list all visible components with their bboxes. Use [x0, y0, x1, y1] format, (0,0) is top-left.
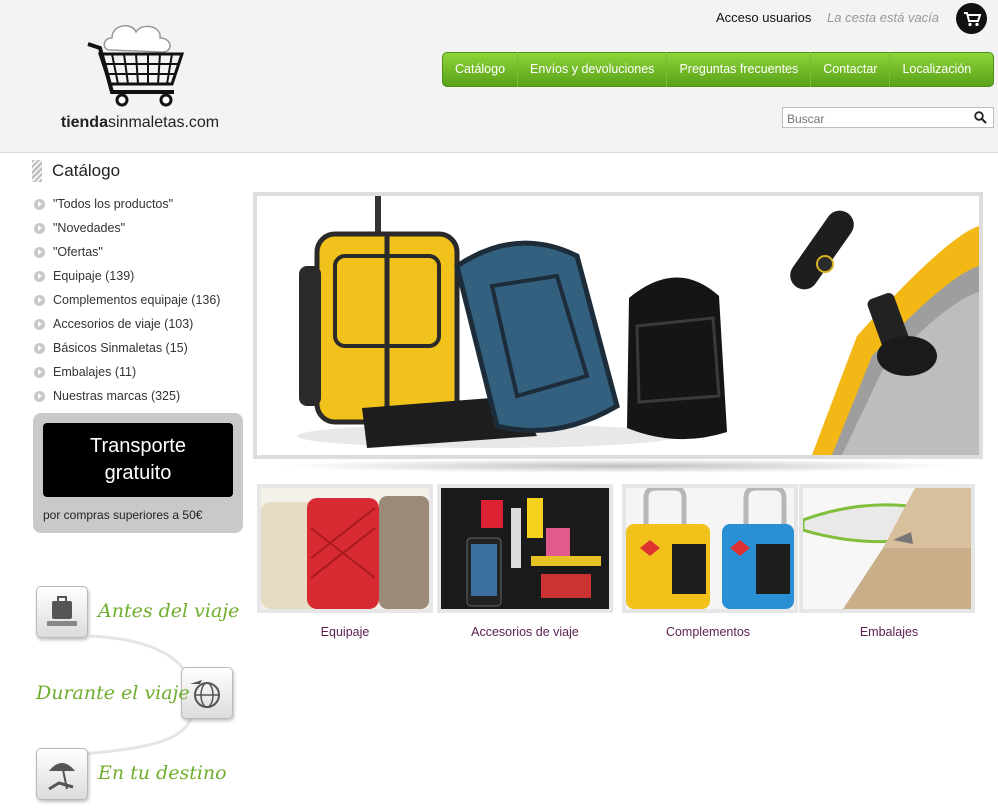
category-label-equipaje[interactable]: Equipaje: [257, 625, 433, 639]
promo-subtitle: por compras superiores a 50€: [43, 508, 203, 522]
category-list: "Todos los productos" "Novedades" "Ofert…: [34, 192, 220, 408]
search-input[interactable]: [785, 109, 969, 128]
site-logo[interactable]: tiendasinmaletas.com: [50, 8, 230, 138]
free-shipping-promo[interactable]: Transporte gratuito por compras superior…: [33, 413, 243, 533]
beach-umbrella-icon[interactable]: [36, 748, 88, 800]
category-thumb-complementos[interactable]: [622, 484, 798, 613]
arrow-bullet-icon: [34, 390, 45, 402]
cart-status: La cesta está vacía: [827, 10, 940, 25]
promo-title: Transporte gratuito: [43, 423, 233, 497]
cart-icon: [963, 11, 981, 26]
travel-journey-menu: Antes del viaje Durante el viaje En tu d…: [30, 580, 245, 805]
shopping-cart-logo-icon: [87, 25, 185, 107]
cart-button[interactable]: [956, 3, 987, 34]
suitcase-icon[interactable]: [36, 586, 88, 638]
sidebar-item-basicos[interactable]: Básicos Sinmaletas (15): [34, 336, 220, 360]
arrow-bullet-icon: [34, 270, 45, 282]
arrow-bullet-icon: [34, 198, 45, 210]
category-thumb-embalajes[interactable]: [799, 484, 975, 613]
packaging-thumbnail-image: [803, 488, 971, 609]
sidebar-item-marcas[interactable]: Nuestras marcas (325): [34, 384, 220, 408]
category-label-accesorios[interactable]: Accesorios de viaje: [437, 625, 613, 639]
sidebar-title: Catálogo: [32, 160, 120, 182]
hero-banner[interactable]: [253, 192, 983, 459]
nav-envios[interactable]: Envíos y devoluciones: [518, 52, 668, 87]
main-nav: Catálogo Envíos y devoluciones Preguntas…: [442, 52, 994, 87]
sidebar-item-accesorios[interactable]: Accesorios de viaje (103): [34, 312, 220, 336]
arrow-bullet-icon: [34, 342, 45, 354]
login-link[interactable]: Acceso usuarios: [716, 10, 811, 25]
arrow-bullet-icon: [34, 222, 45, 234]
search-box: [782, 107, 994, 128]
arrow-bullet-icon: [34, 366, 45, 378]
category-thumb-accesorios[interactable]: [437, 484, 613, 613]
arrow-bullet-icon: [34, 294, 45, 306]
destination-link[interactable]: En tu destino: [98, 762, 227, 784]
sidebar-item-embalajes[interactable]: Embalajes (11): [34, 360, 220, 384]
arrow-bullet-icon: [34, 246, 45, 258]
title-stripe-icon: [32, 160, 42, 182]
search-icon[interactable]: [974, 111, 987, 124]
sidebar-item-equipaje[interactable]: Equipaje (139): [34, 264, 220, 288]
banner-shadow: [275, 459, 965, 473]
logo-text: tiendasinmaletas.com: [60, 114, 220, 131]
category-label-complementos[interactable]: Complementos: [620, 625, 796, 639]
padlocks-thumbnail-image: [626, 488, 794, 609]
category-thumb-equipaje[interactable]: [257, 484, 433, 613]
nav-localizacion[interactable]: Localización: [890, 52, 983, 87]
backpacks-banner-image: [257, 196, 979, 455]
nav-contactar[interactable]: Contactar: [811, 52, 891, 87]
during-trip-link[interactable]: Durante el viaje: [36, 682, 190, 704]
sidebar-item-novedades[interactable]: "Novedades": [34, 216, 220, 240]
sidebar-item-complementos[interactable]: Complementos equipaje (136): [34, 288, 220, 312]
travel-accessories-thumbnail-image: [441, 488, 609, 609]
luggage-thumbnail-image: [261, 488, 429, 609]
before-trip-link[interactable]: Antes del viaje: [98, 600, 239, 622]
nav-preguntas[interactable]: Preguntas frecuentes: [667, 52, 812, 87]
nav-catalogo[interactable]: Catálogo: [443, 52, 519, 87]
sidebar-item-ofertas[interactable]: "Ofertas": [34, 240, 220, 264]
category-label-embalajes[interactable]: Embalajes: [801, 625, 977, 639]
site-header: tiendasinmaletas.com Acceso usuarios La …: [0, 0, 998, 153]
arrow-bullet-icon: [34, 318, 45, 330]
sidebar-item-todos[interactable]: "Todos los productos": [34, 192, 220, 216]
